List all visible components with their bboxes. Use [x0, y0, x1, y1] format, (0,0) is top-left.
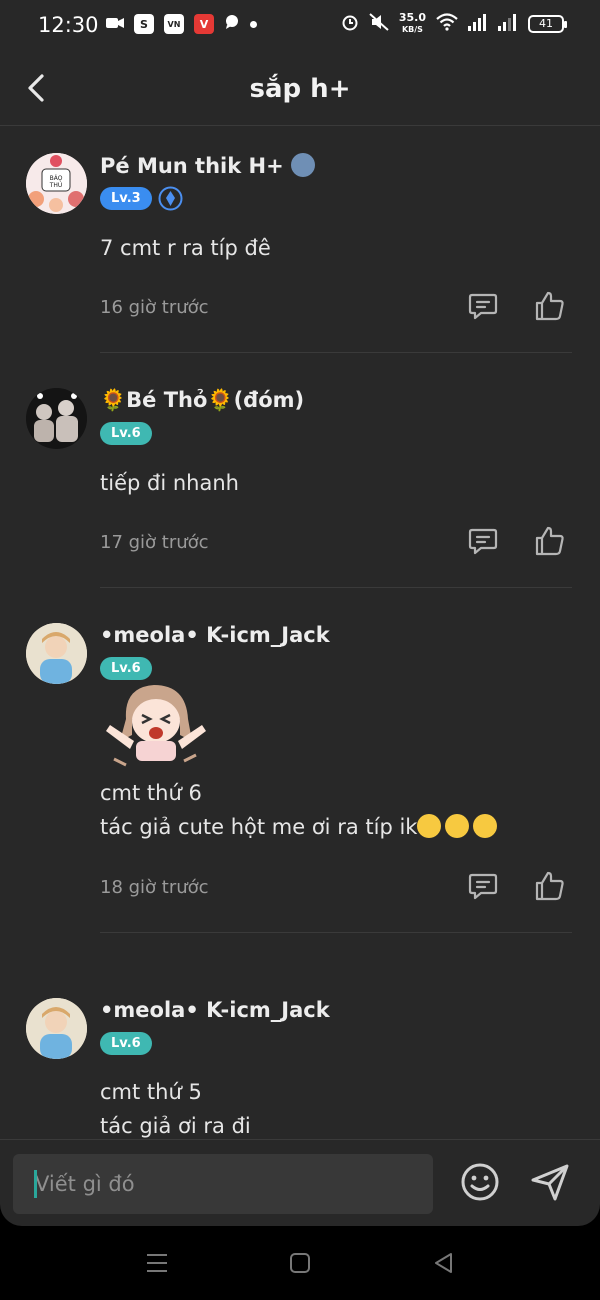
- comment-item: BÁO THỦ Pé Mun thik H+ Lv.3 7 cmt r ra t…: [0, 127, 600, 362]
- like-button[interactable]: [534, 870, 566, 902]
- divider: [100, 352, 572, 353]
- comment-item: 🌻Bé Thỏ🌻(đóm) Lv.6 tiếp đi nhanh 17 giờ …: [0, 362, 600, 597]
- send-button[interactable]: [528, 1160, 572, 1204]
- username-prefix: 🌻: [100, 388, 127, 412]
- thumbs-up-icon: [535, 526, 564, 556]
- anime-sticker-image: [104, 679, 208, 769]
- network-speed: 35.0 KB/S: [399, 12, 426, 35]
- more-notifications-dot-icon: [250, 20, 257, 28]
- reply-comment-icon: [468, 873, 498, 900]
- home-square-icon: [290, 1253, 310, 1273]
- reply-comment-icon: [468, 528, 498, 555]
- reply-button[interactable]: [467, 525, 499, 557]
- text-cursor: [34, 1170, 37, 1198]
- avatar-text-1: BÁO: [50, 175, 63, 182]
- emoji-button[interactable]: [458, 1160, 502, 1204]
- level-badge: Lv.6: [100, 422, 152, 445]
- divider: [100, 587, 572, 588]
- wifi-icon: [436, 12, 458, 35]
- reply-button[interactable]: [467, 870, 499, 902]
- comment-line-with-emojis: tác giả cute hột me ơi ra típ ik: [100, 810, 498, 844]
- comment-text: cmt thứ 5 tác giả ơi ra đi: [100, 1075, 251, 1139]
- signal-2-icon: [498, 13, 518, 35]
- comment-item: •meola• K-icm_Jack Lv.6 cmt thứ 6 tác gi…: [0, 597, 600, 972]
- like-button[interactable]: [534, 525, 566, 557]
- comment-line: cmt thứ 5: [100, 1080, 202, 1104]
- username-text: Bé Thỏ: [126, 388, 208, 412]
- back-nav-button[interactable]: [431, 1250, 457, 1276]
- comment-text: cmt thứ 6 tác giả cute hột me ơi ra típ …: [100, 776, 498, 844]
- home-button[interactable]: [287, 1250, 313, 1276]
- avatar[interactable]: [26, 388, 87, 449]
- comment-line: 7 cmt r ra típ đê: [100, 236, 271, 260]
- kissing-face-emoji-icon: [445, 814, 470, 838]
- status-time: 12:30: [38, 13, 99, 37]
- status-bar: 12:30 S VN V 35.0 KB/S 41: [0, 0, 600, 52]
- comment-item: •meola• K-icm_Jack Lv.6 cmt thứ 5 tác gi…: [0, 972, 600, 1139]
- app-v-icon: V: [194, 14, 214, 34]
- net-speed-unit: KB/S: [401, 25, 423, 34]
- comment-line: cmt thứ 6: [100, 781, 202, 805]
- level-badge: Lv.6: [100, 657, 152, 680]
- system-status-icons: 35.0 KB/S 41: [341, 12, 567, 35]
- username-suffix: 🌻(đóm): [207, 388, 305, 412]
- avatar[interactable]: [26, 623, 87, 684]
- moon-emoji-icon: [291, 153, 316, 177]
- comment-line: tác giả cute hột me ơi ra típ ik: [100, 815, 418, 839]
- mute-icon: [369, 12, 389, 35]
- username-text: Pé Mun thik H+: [100, 154, 284, 178]
- reply-button[interactable]: [467, 290, 499, 322]
- smiley-icon: [461, 1163, 499, 1201]
- app-screen: 12:30 S VN V 35.0 KB/S 41 sắp h+ BÁO THỦ…: [0, 0, 600, 1226]
- menu-lines-icon: [147, 1254, 167, 1272]
- comment-text: tiếp đi nhanh: [100, 466, 239, 500]
- comment-time: 18 giờ trước: [100, 877, 209, 898]
- chat-bubble-icon: [224, 14, 240, 34]
- send-icon: [531, 1164, 569, 1201]
- signal-icon: [468, 13, 488, 35]
- username[interactable]: •meola• K-icm_Jack: [100, 623, 330, 647]
- like-button[interactable]: [534, 290, 566, 322]
- level-badge: Lv.6: [100, 1032, 152, 1055]
- comment-line: tác giả ơi ra đi: [100, 1114, 251, 1138]
- divider: [100, 932, 572, 933]
- net-speed-value: 35.0: [398, 11, 426, 24]
- thumbs-up-icon: [535, 291, 564, 321]
- blue-diamond-badge-icon: [158, 186, 183, 215]
- avatar[interactable]: [26, 998, 87, 1059]
- comment-input-bar: [0, 1139, 600, 1226]
- notification-icons: S VN V: [106, 14, 257, 34]
- username[interactable]: 🌻Bé Thỏ🌻(đóm): [100, 388, 304, 413]
- yawning-face-emoji-icon: [417, 814, 442, 838]
- battery-indicator: 41: [528, 14, 567, 33]
- video-icon: [106, 15, 124, 34]
- avatar[interactable]: BÁO THỦ: [26, 153, 87, 214]
- kissing-face-emoji-icon: [473, 814, 498, 838]
- vnexpress-icon: VN: [164, 14, 184, 34]
- username[interactable]: Pé Mun thik H+: [100, 153, 316, 178]
- username[interactable]: •meola• K-icm_Jack: [100, 998, 330, 1022]
- recent-apps-button[interactable]: [144, 1250, 170, 1276]
- avatar-text-2: THỦ: [49, 181, 63, 189]
- alarm-icon: [341, 13, 359, 35]
- navigation-bar: [0, 1226, 600, 1300]
- comment-line: tiếp đi nhanh: [100, 471, 239, 495]
- comment-input[interactable]: [13, 1154, 433, 1214]
- comment-list[interactable]: BÁO THỦ Pé Mun thik H+ Lv.3 7 cmt r ra t…: [0, 127, 600, 1139]
- page-title: sắp h+: [249, 74, 351, 104]
- comment-time: 16 giờ trước: [100, 297, 209, 318]
- back-triangle-icon: [435, 1253, 452, 1273]
- reply-comment-icon: [468, 293, 498, 320]
- level-badge: Lv.3: [100, 187, 152, 210]
- comment-time: 17 giờ trước: [100, 532, 209, 553]
- comment-text: 7 cmt r ra típ đê: [100, 231, 271, 265]
- thumbs-up-icon: [535, 871, 564, 901]
- header: sắp h+: [0, 52, 600, 126]
- shopee-icon: S: [134, 14, 154, 34]
